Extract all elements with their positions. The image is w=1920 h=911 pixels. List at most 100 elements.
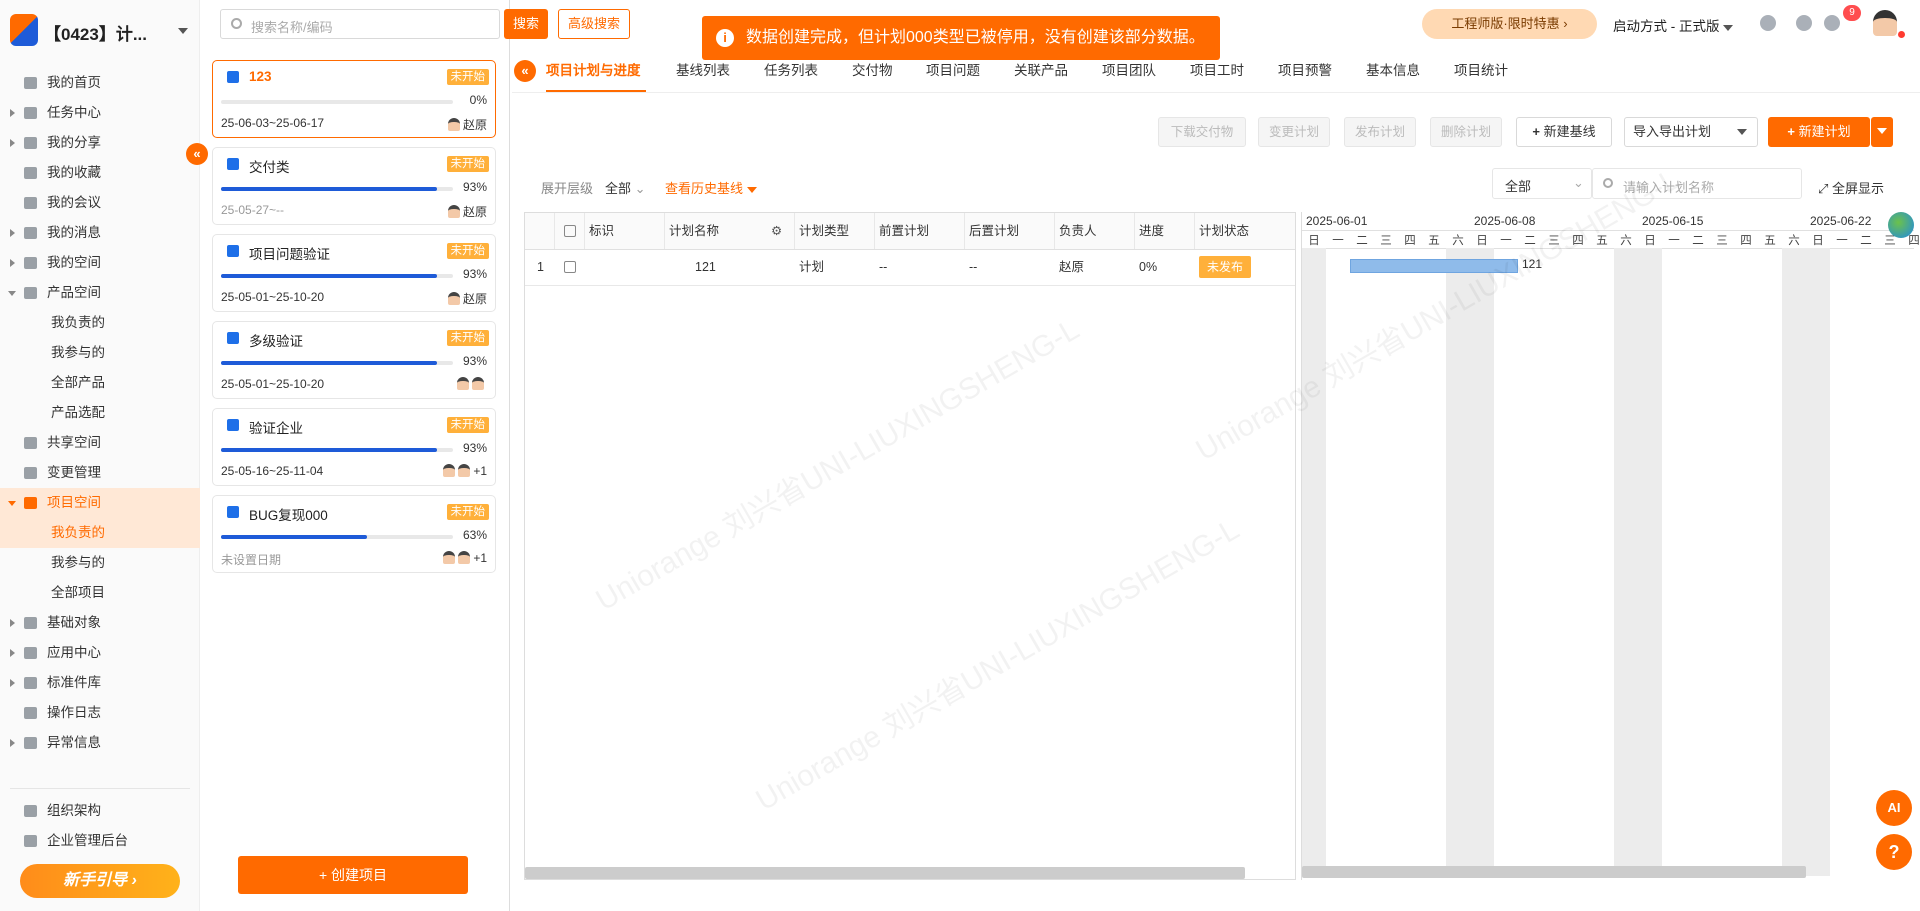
sidebar-item-admin[interactable]: 企业管理后台 <box>0 826 200 856</box>
sidebar-item-project-all[interactable]: 全部项目 <box>0 578 200 608</box>
sidebar-item-share[interactable]: 我的分享 <box>0 128 200 158</box>
tab-plan-progress[interactable]: 项目计划与进度 <box>546 59 641 79</box>
resize-handle[interactable] <box>1294 520 1298 570</box>
progress-fill <box>221 274 437 278</box>
week-label: 2025-06-22 <box>1810 214 1872 228</box>
gear-icon <box>24 677 37 689</box>
bell-icon[interactable] <box>1824 15 1840 31</box>
day-label: 五 <box>1596 235 1608 247</box>
column-header[interactable]: 后置计划 <box>965 213 1055 249</box>
chevron-right-icon <box>10 259 15 267</box>
sidebar-item-messages[interactable]: 我的消息 <box>0 218 200 248</box>
column-header[interactable]: 负责人 <box>1055 213 1135 249</box>
column-header[interactable]: 标识 <box>585 213 665 249</box>
project-card[interactable]: 交付类 未开始 93% 25-05-27~-- 赵原 <box>212 147 496 225</box>
sidebar-item-change-mgmt[interactable]: 变更管理 <box>0 458 200 488</box>
sidebar-item-org[interactable]: 组织架构 <box>0 796 200 826</box>
project-card[interactable]: BUG复现000 未开始 63% 未设置日期 +1 <box>212 495 496 573</box>
sidebar-item-project-joined[interactable]: 我参与的 <box>0 548 200 578</box>
project-card[interactable]: 项目问题验证 未开始 93% 25-05-01~25-10-20 赵原 <box>212 234 496 312</box>
sidebar-item-product-joined[interactable]: 我参与的 <box>0 338 200 368</box>
sidebar-item-base-objects[interactable]: 基础对象 <box>0 608 200 638</box>
beginner-guide-button[interactable]: 新手引导 › <box>20 864 180 898</box>
launch-mode-select[interactable]: 启动方式 - 正式版 <box>1613 15 1734 35</box>
change-plan-button[interactable]: 变更计划 <box>1258 117 1330 147</box>
download-icon[interactable] <box>1760 15 1776 31</box>
weekend-column <box>1446 248 1470 876</box>
sidebar-item-std-parts[interactable]: 标准件库 <box>0 668 200 698</box>
plan-name-input[interactable]: 请输入计划名称 <box>1592 168 1802 199</box>
sidebar-item-home[interactable]: 我的首页 <box>0 68 200 98</box>
select-all-checkbox[interactable] <box>555 213 585 249</box>
help-button[interactable]: ? <box>1876 834 1912 870</box>
column-header[interactable]: 计划类型 <box>795 213 875 249</box>
gantt-scrollbar[interactable] <box>1302 866 1806 878</box>
row-checkbox[interactable] <box>555 249 585 285</box>
gantt-bar[interactable] <box>1350 259 1518 273</box>
expand-level-select[interactable]: 全部 ⌄ <box>605 178 646 197</box>
new-baseline-button[interactable]: + 新建基线 <box>1516 117 1612 147</box>
tab-products[interactable]: 关联产品 <box>1014 59 1068 79</box>
sidebar-item-app-center[interactable]: 应用中心 <box>0 638 200 668</box>
tab-deliverables[interactable]: 交付物 <box>852 59 893 79</box>
weekend-column <box>1638 248 1662 876</box>
column-header[interactable]: 计划名称 ⚙ <box>665 213 795 249</box>
sidebar-item-meetings[interactable]: 我的会议 <box>0 188 200 218</box>
sidebar-item-product-config[interactable]: 产品选配 <box>0 398 200 428</box>
advanced-search-button[interactable]: 高级搜索 <box>558 9 630 39</box>
status-badge: 未开始 <box>446 156 489 172</box>
sidebar-item-project-space[interactable]: 项目空间 <box>0 488 200 518</box>
day-label: 四 <box>1572 235 1584 247</box>
sidebar-item-exceptions[interactable]: 异常信息 <box>0 728 200 758</box>
project-card[interactable]: 验证企业 未开始 93% 25-05-16~25-11-04 +1 <box>212 408 496 486</box>
publish-plan-button[interactable]: 发布计划 <box>1344 117 1416 147</box>
column-header[interactable]: 计划状态 <box>1195 213 1295 249</box>
toast-message: i 数据创建完成，但计划000类型已被停用，没有创建该部分数据。 <box>702 16 1220 60</box>
app-title[interactable]: 【0423】计... <box>44 20 147 45</box>
sidebar-item-tasks[interactable]: 任务中心 <box>0 98 200 128</box>
sidebar-item-op-log[interactable]: 操作日志 <box>0 698 200 728</box>
tab-team[interactable]: 项目团队 <box>1102 59 1156 79</box>
search-input[interactable]: 搜索名称/编码 <box>220 9 500 39</box>
tab-basic-info[interactable]: 基本信息 <box>1366 59 1420 79</box>
horizontal-scrollbar[interactable] <box>525 867 1245 879</box>
project-card[interactable]: 多级验证 未开始 93% 25-05-01~25-10-20 <box>212 321 496 399</box>
gear-icon[interactable]: ⚙ <box>771 213 782 249</box>
delete-plan-button[interactable]: 删除计划 <box>1430 117 1502 147</box>
scope-select[interactable]: 全部 ⌄ <box>1492 168 1592 199</box>
search-button[interactable]: 搜索 <box>504 9 548 39</box>
column-header[interactable]: 前置计划 <box>875 213 965 249</box>
promo-button[interactable]: 工程师版·限时特惠 › <box>1422 9 1597 39</box>
sidebar-item-product-mine[interactable]: 我负责的 <box>0 308 200 338</box>
app-logo <box>10 14 38 46</box>
search-icon <box>231 18 242 29</box>
history-baseline-link[interactable]: 查看历史基线 <box>665 178 757 197</box>
import-export-button[interactable]: 导入导出计划 <box>1624 117 1758 147</box>
fullscreen-button[interactable]: ⤢ 全屏显示 <box>1818 178 1884 197</box>
sidebar-item-product-all[interactable]: 全部产品 <box>0 368 200 398</box>
tab-issues[interactable]: 项目问题 <box>926 59 980 79</box>
project-card[interactable]: 123 未开始 0% 25-06-03~25-06-17 赵原 <box>212 60 496 138</box>
help-icon[interactable] <box>1796 15 1812 31</box>
sidebar-item-shared-space[interactable]: 共享空间 <box>0 428 200 458</box>
tab-baselines[interactable]: 基线列表 <box>676 59 730 79</box>
sidebar-item-my-space[interactable]: 我的空间 <box>0 248 200 278</box>
download-deliverables-button[interactable]: 下载交付物 <box>1158 117 1246 147</box>
collapse-list-icon[interactable]: « <box>514 60 536 82</box>
column-header[interactable]: 进度 <box>1135 213 1195 249</box>
create-project-button[interactable]: + 创建项目 <box>238 856 468 894</box>
tab-tasks[interactable]: 任务列表 <box>764 59 818 79</box>
tab-alerts[interactable]: 项目预警 <box>1278 59 1332 79</box>
sidebar-item-project-mine[interactable]: 我负责的 <box>0 518 200 548</box>
new-plan-button[interactable]: + 新建计划 <box>1768 117 1870 147</box>
sidebar-item-favorites[interactable]: 我的收藏 <box>0 158 200 188</box>
tab-hours[interactable]: 项目工时 <box>1190 59 1244 79</box>
new-plan-dropdown[interactable] <box>1871 117 1893 147</box>
sidebar-item-product-space[interactable]: 产品空间 <box>0 278 200 308</box>
chevron-down-icon[interactable] <box>178 28 188 34</box>
share-icon <box>24 137 37 149</box>
globe-icon[interactable] <box>1888 212 1914 238</box>
ai-assistant-button[interactable]: AI <box>1876 790 1912 826</box>
tab-statistics[interactable]: 项目统计 <box>1454 59 1508 79</box>
avatar[interactable] <box>1873 10 1897 36</box>
